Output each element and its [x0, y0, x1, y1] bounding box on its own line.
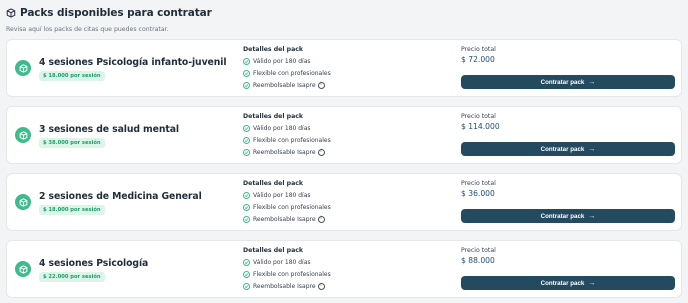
- total-price-box: Precio total $ 114.000: [461, 113, 500, 131]
- check-icon: [243, 148, 250, 156]
- check-icon: [243, 282, 250, 290]
- details-title: Detalles del pack: [243, 247, 304, 254]
- feature-item: Válido por 180 días: [243, 55, 331, 67]
- feature-item: Flexible con profesionales: [243, 201, 331, 213]
- contratar-pack-button[interactable]: Contratar pack →: [461, 142, 675, 156]
- feature-label: Reembolsable Isapre: [253, 282, 316, 290]
- total-price: $ 114.000: [461, 122, 500, 131]
- feature-item: Reembolsable Isapre i: [243, 79, 331, 91]
- feature-label: Flexible con profesionales: [253, 203, 331, 211]
- feature-label: Válido por 180 días: [253, 57, 311, 65]
- feature-item: Válido por 180 días: [243, 256, 331, 268]
- packs-list: 4 sesiones Psicología infanto-juvenil $ …: [6, 39, 682, 298]
- session-price-badge: $ 18.000 por sesión: [39, 205, 105, 215]
- check-icon: [243, 215, 250, 223]
- details-title: Detalles del pack: [243, 180, 304, 187]
- feature-item: Flexible con profesionales: [243, 268, 331, 280]
- session-price-badge: $ 18.000 por sesión: [39, 71, 105, 81]
- session-price-badge: $ 38.000 por sesión: [39, 138, 105, 148]
- pack-name: 3 sesiones de salud mental: [39, 124, 179, 135]
- contratar-pack-button[interactable]: Contratar pack →: [461, 75, 675, 89]
- page-header: Packs disponibles para contratar: [6, 6, 682, 20]
- pack-card: 4 sesiones Psicología infanto-juvenil $ …: [6, 39, 682, 97]
- feature-item: Reembolsable Isapre i: [243, 213, 331, 225]
- pack-details: Detalles del pack Válido por 180 días Fl…: [243, 113, 331, 158]
- feature-label: Válido por 180 días: [253, 191, 311, 199]
- details-title: Detalles del pack: [243, 113, 304, 120]
- total-price-box: Precio total $ 36.000: [461, 180, 496, 198]
- button-label: Contratar pack: [540, 212, 585, 220]
- total-price: $ 36.000: [461, 189, 495, 198]
- check-icon: [243, 203, 250, 211]
- packs-page: Packs disponibles para contratar Revisa …: [0, 0, 688, 298]
- pack-card: 2 sesiones de Medicina General $ 18.000 …: [6, 173, 682, 231]
- pack-details: Detalles del pack Válido por 180 días Fl…: [243, 180, 331, 225]
- feature-label: Reembolsable Isapre: [253, 215, 316, 223]
- arrow-right-icon: →: [588, 78, 596, 86]
- page-subtitle: Revisa aquí los packs de citas que puede…: [6, 26, 169, 33]
- page-title: Packs disponibles para contratar: [20, 7, 212, 19]
- package-icon: [15, 127, 31, 143]
- feature-item: Válido por 180 días: [243, 122, 331, 134]
- info-icon[interactable]: i: [317, 215, 325, 223]
- check-icon: [243, 69, 250, 77]
- feature-label: Válido por 180 días: [253, 124, 311, 132]
- total-price-box: Precio total $ 88.000: [461, 247, 496, 265]
- check-icon: [243, 258, 250, 266]
- feature-item: Válido por 180 días: [243, 189, 331, 201]
- check-icon: [243, 270, 250, 278]
- box-icon: [6, 8, 16, 18]
- feature-item: Flexible con profesionales: [243, 134, 331, 146]
- pack-card: 3 sesiones de salud mental $ 38.000 por …: [6, 106, 682, 164]
- total-price: $ 88.000: [461, 256, 495, 265]
- feature-label: Flexible con profesionales: [253, 69, 331, 77]
- pack-name: 4 sesiones Psicología: [39, 258, 149, 269]
- total-label: Precio total: [461, 46, 496, 53]
- info-icon[interactable]: i: [317, 148, 325, 156]
- arrow-right-icon: →: [588, 212, 596, 220]
- pack-details: Detalles del pack Válido por 180 días Fl…: [243, 247, 331, 292]
- total-label: Precio total: [461, 247, 496, 254]
- feature-label: Flexible con profesionales: [253, 136, 331, 144]
- total-label: Precio total: [461, 180, 496, 187]
- feature-label: Reembolsable Isapre: [253, 148, 316, 156]
- pack-card: 4 sesiones Psicología $ 22.000 por sesió…: [6, 240, 682, 298]
- package-icon: [15, 261, 31, 277]
- total-price-box: Precio total $ 72.000: [461, 46, 496, 64]
- contratar-pack-button[interactable]: Contratar pack →: [461, 276, 675, 290]
- pack-name: 4 sesiones Psicología infanto-juvenil: [39, 57, 227, 68]
- total-label: Precio total: [461, 113, 496, 120]
- arrow-right-icon: →: [588, 279, 596, 287]
- total-price: $ 72.000: [461, 55, 495, 64]
- info-icon[interactable]: i: [317, 282, 325, 290]
- feature-item: Flexible con profesionales: [243, 67, 331, 79]
- details-title: Detalles del pack: [243, 46, 304, 53]
- check-icon: [243, 191, 250, 199]
- button-label: Contratar pack: [540, 78, 585, 86]
- feature-label: Flexible con profesionales: [253, 270, 331, 278]
- pack-name: 2 sesiones de Medicina General: [39, 191, 202, 202]
- button-label: Contratar pack: [540, 279, 585, 287]
- button-label: Contratar pack: [540, 145, 585, 153]
- info-icon[interactable]: i: [317, 81, 325, 89]
- contratar-pack-button[interactable]: Contratar pack →: [461, 209, 675, 223]
- pack-details: Detalles del pack Válido por 180 días Fl…: [243, 46, 331, 91]
- check-icon: [243, 57, 250, 65]
- check-icon: [243, 124, 250, 132]
- feature-label: Válido por 180 días: [253, 258, 311, 266]
- package-icon: [15, 60, 31, 76]
- package-icon: [15, 194, 31, 210]
- check-icon: [243, 81, 250, 89]
- arrow-right-icon: →: [588, 145, 596, 153]
- feature-item: Reembolsable Isapre i: [243, 280, 331, 292]
- check-icon: [243, 136, 250, 144]
- feature-label: Reembolsable Isapre: [253, 81, 316, 89]
- session-price-badge: $ 22.000 por sesión: [39, 272, 105, 282]
- feature-item: Reembolsable Isapre i: [243, 146, 331, 158]
